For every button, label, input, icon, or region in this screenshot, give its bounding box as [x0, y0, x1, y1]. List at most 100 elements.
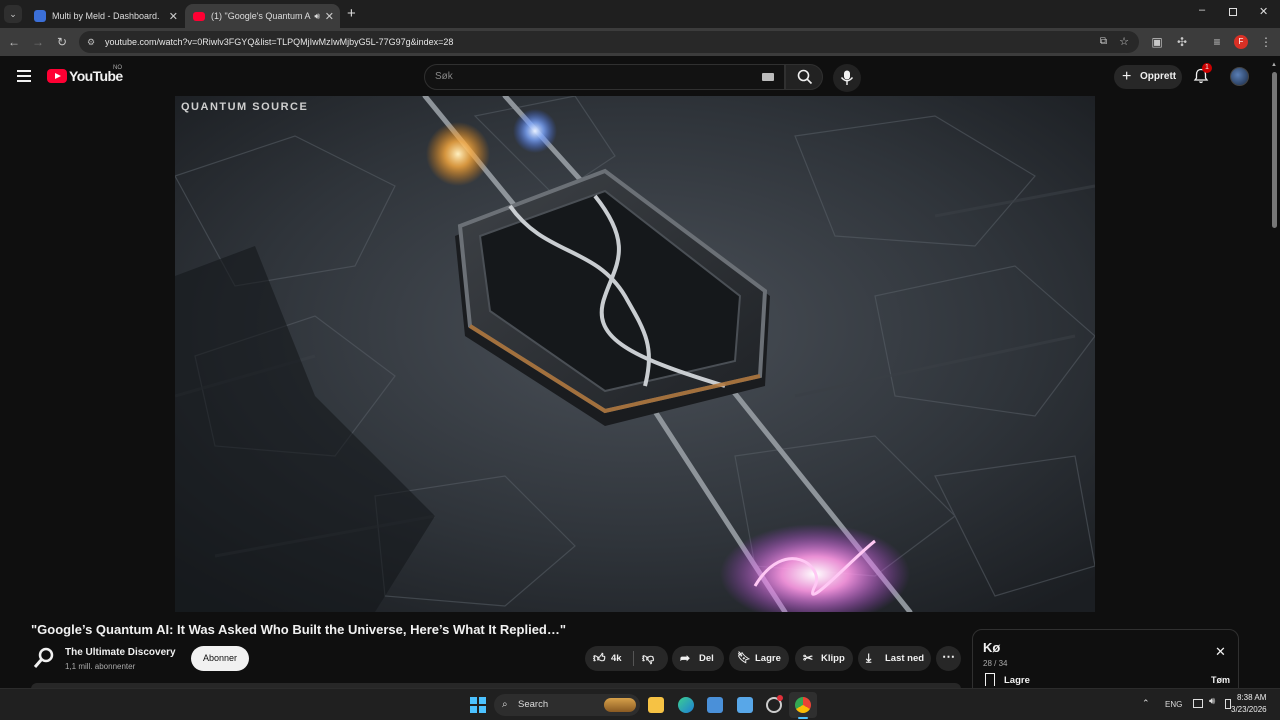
thumbs-up-icon: 👍︎ [593, 651, 606, 665]
account-avatar[interactable] [1230, 67, 1249, 86]
image-tool-icon[interactable] [737, 697, 753, 713]
forward-arrow-icon[interactable]: → [31, 35, 45, 49]
region-code: NO [113, 65, 122, 71]
video-watermark-label: QUANTUM SOURCE [181, 101, 309, 113]
dislike-button[interactable]: 👎︎ [634, 646, 668, 671]
clip-button[interactable]: ✂ Klipp [795, 646, 853, 671]
video-title: "Google’s Quantum AI: It Was Asked Who B… [31, 622, 567, 637]
keyboard-icon[interactable] [762, 73, 774, 81]
search-placeholder: Søk [435, 71, 453, 82]
youtube-header: YouTube NO Søk + Opprett 1 [0, 56, 1280, 96]
speaker-icon[interactable]: 🔊︎ [314, 11, 320, 22]
share-label: Del [699, 653, 714, 664]
site-info-icon[interactable]: ⚙ [87, 31, 95, 53]
restore-window-icon[interactable] [1229, 8, 1237, 16]
scrollbar-thumb[interactable] [1272, 72, 1277, 228]
more-horizontal-icon: ⋯ [942, 649, 955, 664]
browser-tab-strip: ⌄ Multi by Meld - Dashboard. ✕ (1) "Goog… [0, 0, 1280, 28]
file-explorer-icon[interactable] [648, 697, 664, 713]
search-icon [797, 69, 813, 85]
notification-dot [777, 695, 783, 701]
clip-label: Klipp [821, 653, 845, 664]
taskbar-search-box[interactable]: ⌕ Search [494, 694, 640, 716]
hamburger-menu-icon[interactable] [17, 70, 31, 82]
create-button[interactable]: + Opprett [1114, 65, 1182, 89]
edge-browser-icon[interactable] [678, 697, 694, 713]
minimize-window-icon[interactable]: – [1199, 4, 1205, 16]
volume-icon[interactable]: 🔊︎ [1209, 696, 1215, 707]
back-arrow-icon[interactable]: ← [7, 35, 21, 49]
download-label: Last ned [885, 653, 925, 664]
scroll-up-arrow-icon[interactable]: ▲ [1271, 62, 1277, 68]
close-window-icon[interactable]: ✕ [1259, 5, 1268, 18]
like-button[interactable]: 👍︎ 4k [585, 646, 633, 671]
search-input[interactable]: Søk [424, 64, 785, 90]
install-app-icon[interactable]: ⧉ [1100, 31, 1107, 53]
microphone-icon [840, 70, 854, 85]
app-window-icon[interactable] [707, 697, 723, 713]
tab-groups-icon[interactable]: ▣ [1150, 35, 1164, 49]
new-tab-button[interactable]: + [347, 5, 356, 22]
windows-start-icon[interactable] [470, 697, 486, 713]
subscribe-button[interactable]: Abonner [191, 646, 249, 671]
like-dislike-group: 👍︎ 4k 👎︎ [585, 646, 668, 671]
plus-icon: + [1122, 68, 1132, 85]
save-label: Lagre [755, 653, 781, 664]
clock-time[interactable]: 8:38 AM [1237, 693, 1266, 702]
input-language[interactable]: ENG [1165, 700, 1182, 709]
queue-position: 28 / 34 [983, 659, 1008, 668]
queue-title: Kø [983, 640, 1001, 655]
close-tab-icon[interactable]: ✕ [325, 10, 334, 23]
download-button[interactable]: ⤓ Last ned [858, 646, 931, 671]
download-icon: ⤓ [866, 651, 872, 665]
browser-menu-icon[interactable]: ⋮ [1259, 35, 1273, 49]
profile-avatar[interactable]: F [1234, 35, 1248, 49]
create-label: Opprett [1140, 71, 1177, 82]
search-icon: ⌕ [502, 699, 508, 710]
browser-toolbar: ← → ↻ ⚙ youtube.com/watch?v=0Riwlv3FGYQ&… [0, 28, 1280, 56]
notifications-bell-icon[interactable]: 1 [1193, 63, 1212, 84]
search-button[interactable] [785, 64, 823, 90]
video-player[interactable]: QUANTUM SOURCE [175, 96, 1095, 612]
bookmark-icon [985, 673, 995, 686]
queue-panel: Kø 28 / 34 ✕ Lagre Tøm [972, 629, 1239, 689]
close-queue-icon[interactable]: ✕ [1215, 644, 1226, 660]
like-count: 4k [611, 653, 622, 664]
meld-favicon-icon [34, 10, 46, 22]
browser-tab-meld[interactable]: Multi by Meld - Dashboard. ✕ [26, 4, 184, 28]
channel-subscriber-count: 1,1 mill. abonnenter [65, 662, 136, 671]
youtube-favicon-icon [193, 11, 205, 21]
notification-badge: 1 [1202, 63, 1212, 73]
video-frame-quantum-chip [175, 96, 1095, 612]
channel-name[interactable]: The Ultimate Discovery [65, 647, 176, 658]
save-button[interactable]: 🔖︎ Lagre [729, 646, 789, 671]
address-bar[interactable]: ⚙ youtube.com/watch?v=0Riwlv3FGYQ&list=T… [79, 31, 1139, 53]
url-text: youtube.com/watch?v=0Riwlv3FGYQ&list=TLP… [105, 37, 454, 47]
search-highlight-burger-icon [604, 698, 636, 712]
clock-date[interactable]: 3/23/2026 [1231, 705, 1267, 714]
tab-search-dropdown-icon[interactable]: ⌄ [4, 5, 22, 23]
show-hidden-icons-icon[interactable]: ⌃ [1142, 698, 1150, 709]
youtube-play-logo-icon [47, 69, 67, 83]
queue-save-label: Lagre [1004, 675, 1030, 686]
scissors-icon: ✂ [803, 651, 814, 665]
queue-clear-button[interactable]: Tøm [1211, 675, 1230, 685]
share-button[interactable]: ➦ Del [672, 646, 724, 671]
extensions-puzzle-icon[interactable]: ✣ [1175, 35, 1189, 49]
bookmark-star-icon[interactable]: ☆ [1119, 31, 1129, 53]
close-tab-icon[interactable]: ✕ [169, 10, 178, 23]
thumbs-down-icon: 👎︎ [642, 651, 655, 665]
chrome-browser-icon[interactable] [795, 697, 811, 713]
taskbar-search-label: Search [518, 699, 549, 710]
browser-tab-youtube[interactable]: (1) "Google's Quantum AI: I 🔊︎ ✕ [185, 4, 340, 28]
magnifier-logo-icon [33, 647, 54, 668]
reload-icon[interactable]: ↻ [55, 35, 69, 49]
tab-label: Multi by Meld - Dashboard. [52, 11, 160, 21]
voice-search-button[interactable] [833, 64, 861, 92]
share-arrow-icon: ➦ [680, 651, 691, 665]
network-icon[interactable] [1193, 699, 1203, 708]
reading-list-icon[interactable]: ≡ [1210, 35, 1224, 49]
more-actions-button[interactable]: ⋯ [936, 646, 961, 671]
channel-avatar[interactable] [32, 646, 56, 670]
windows-taskbar: ⌕ Search ⌃ ENG 🔊︎ 8:38 AM 3/23/2026 [0, 688, 1280, 720]
